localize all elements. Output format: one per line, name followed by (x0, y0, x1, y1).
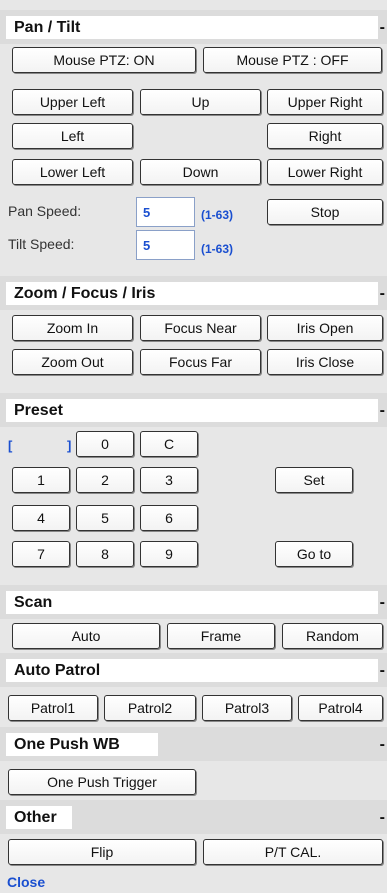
auto-patrol-header[interactable]: Auto Patrol - (0, 653, 387, 687)
upper-left-button[interactable]: Upper Left (12, 89, 133, 115)
pan-speed-label: Pan Speed: (8, 203, 82, 219)
scan-title: Scan (6, 591, 378, 614)
preset-key-6[interactable]: 6 (140, 505, 198, 531)
tilt-speed-range: (1-63) (201, 242, 234, 256)
zoom-focus-iris-header[interactable]: Zoom / Focus / Iris - (0, 276, 387, 310)
pan-tilt-collapse-icon[interactable]: - (380, 16, 385, 39)
down-button[interactable]: Down (140, 159, 261, 185)
patrol4-button[interactable]: Patrol4 (298, 695, 383, 721)
lower-left-button[interactable]: Lower Left (12, 159, 133, 185)
mouse-ptz-on-button[interactable]: Mouse PTZ: ON (12, 47, 196, 73)
preset-key-2[interactable]: 2 (76, 467, 134, 493)
tilt-speed-label: Tilt Speed: (8, 236, 75, 252)
tilt-speed-input[interactable] (136, 230, 195, 260)
one-push-trigger-button[interactable]: One Push Trigger (8, 769, 196, 795)
preset-header[interactable]: Preset - (0, 393, 387, 427)
scan-auto-button[interactable]: Auto (12, 623, 160, 649)
mouse-ptz-off-button[interactable]: Mouse PTZ : OFF (203, 47, 382, 73)
preset-key-4[interactable]: 4 (12, 505, 70, 531)
preset-key-3[interactable]: 3 (140, 467, 198, 493)
one-push-wb-header[interactable]: One Push WB - (0, 727, 387, 761)
one-push-wb-title: One Push WB (6, 733, 158, 756)
scan-frame-button[interactable]: Frame (167, 623, 275, 649)
preset-key-9[interactable]: 9 (140, 541, 198, 567)
focus-near-button[interactable]: Focus Near (140, 315, 261, 341)
other-collapse-icon[interactable]: - (380, 806, 385, 829)
zoom-out-button[interactable]: Zoom Out (12, 349, 133, 375)
up-button[interactable]: Up (140, 89, 261, 115)
patrol2-button[interactable]: Patrol2 (104, 695, 196, 721)
auto-patrol-title: Auto Patrol (6, 659, 378, 682)
preset-key-8[interactable]: 8 (76, 541, 134, 567)
scan-header[interactable]: Scan - (0, 585, 387, 619)
scan-random-button[interactable]: Random (282, 623, 383, 649)
preset-bracket-close: ] (67, 438, 72, 453)
preset-goto-button[interactable]: Go to (275, 541, 353, 567)
pan-tilt-title: Pan / Tilt (6, 16, 378, 39)
stop-button[interactable]: Stop (267, 199, 383, 225)
other-header[interactable]: Other - (0, 800, 387, 834)
pt-cal-button[interactable]: P/T CAL. (203, 839, 383, 865)
iris-close-button[interactable]: Iris Close (267, 349, 383, 375)
iris-open-button[interactable]: Iris Open (267, 315, 383, 341)
preset-key-c[interactable]: C (140, 431, 198, 457)
upper-right-button[interactable]: Upper Right (267, 89, 383, 115)
flip-button[interactable]: Flip (8, 839, 196, 865)
auto-patrol-collapse-icon[interactable]: - (380, 659, 385, 682)
zoom-in-button[interactable]: Zoom In (12, 315, 133, 341)
left-button[interactable]: Left (12, 123, 133, 149)
lower-right-button[interactable]: Lower Right (267, 159, 383, 185)
focus-far-button[interactable]: Focus Far (140, 349, 261, 375)
zoom-focus-iris-title: Zoom / Focus / Iris (6, 282, 378, 305)
right-button[interactable]: Right (267, 123, 383, 149)
pan-tilt-header[interactable]: Pan / Tilt - (0, 10, 387, 44)
one-push-wb-collapse-icon[interactable]: - (380, 733, 385, 756)
preset-collapse-icon[interactable]: - (380, 399, 385, 422)
patrol3-button[interactable]: Patrol3 (202, 695, 292, 721)
preset-set-button[interactable]: Set (275, 467, 353, 493)
preset-key-7[interactable]: 7 (12, 541, 70, 567)
scan-collapse-icon[interactable]: - (380, 591, 385, 614)
preset-title: Preset (6, 399, 378, 422)
patrol1-button[interactable]: Patrol1 (8, 695, 98, 721)
other-title: Other (6, 806, 72, 829)
pan-speed-input[interactable] (136, 197, 195, 227)
preset-bracket-open: [ (8, 438, 13, 453)
preset-key-5[interactable]: 5 (76, 505, 134, 531)
zoom-collapse-icon[interactable]: - (380, 282, 385, 305)
pan-speed-range: (1-63) (201, 208, 234, 222)
preset-key-0[interactable]: 0 (76, 431, 134, 457)
preset-key-1[interactable]: 1 (12, 467, 70, 493)
close-link[interactable]: Close (7, 874, 45, 890)
